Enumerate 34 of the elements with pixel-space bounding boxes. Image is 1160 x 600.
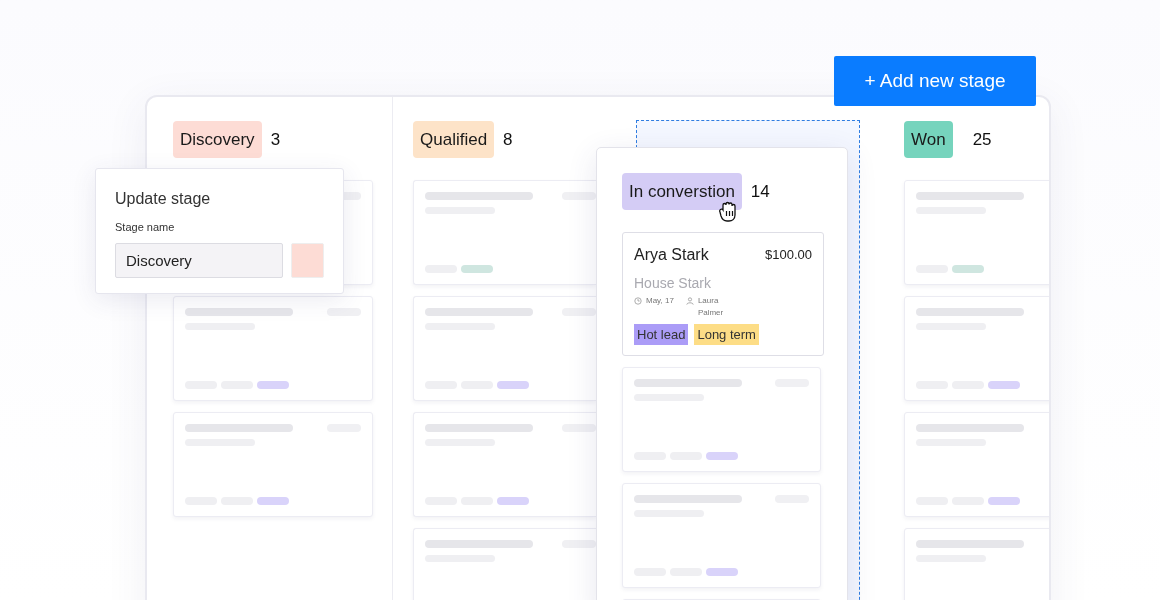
deal-card[interactable]: [904, 296, 1049, 401]
stage-name-field[interactable]: Discovery: [115, 242, 283, 278]
color-swatch[interactable]: [291, 242, 324, 278]
add-stage-button[interactable]: + Add new stage: [834, 56, 1036, 106]
deal-tag[interactable]: Hot lead: [634, 324, 689, 345]
deal-card[interactable]: [413, 412, 596, 517]
deal-amount: $100.00: [765, 246, 812, 265]
deal-card[interactable]: [173, 412, 373, 517]
popup-title: Update stage: [115, 189, 212, 209]
grab-cursor-icon: [719, 201, 739, 223]
deal-card[interactable]: [413, 180, 596, 285]
stage-label[interactable]: Qualified: [413, 121, 495, 158]
deal-card[interactable]: [622, 367, 821, 472]
deal-tag[interactable]: Long term: [694, 324, 759, 345]
company-name: House Stark: [634, 274, 713, 293]
field-label: Stage name: [115, 220, 176, 235]
stage-count: 3: [270, 128, 281, 151]
owner-name: Laura Palmer: [697, 295, 725, 319]
clock-icon: [634, 297, 642, 305]
stage-count: 14: [750, 180, 770, 203]
deal-card[interactable]: [622, 483, 821, 588]
stage-count: 8: [503, 128, 513, 151]
person-icon: [685, 297, 694, 305]
deal-card[interactable]: Arya Stark $100.00 House Stark May, 17 Laura Palmer Hot lead Long term: [622, 232, 824, 356]
deal-card[interactable]: [904, 180, 1049, 285]
deal-name: Arya Stark: [634, 245, 709, 265]
dragged-column[interactable]: In converstion 14 Arya Stark $100.00 House Stark May, 17 Laura Palmer Hot lead Long term: [596, 147, 848, 600]
deal-card[interactable]: [173, 296, 373, 401]
deal-card[interactable]: [413, 296, 596, 401]
due-date: May, 17: [646, 295, 674, 307]
stage-count: 25: [972, 128, 992, 151]
deal-card[interactable]: [904, 412, 1049, 517]
stage-label[interactable]: Won: [904, 121, 953, 158]
stage-label[interactable]: Discovery: [173, 121, 262, 158]
